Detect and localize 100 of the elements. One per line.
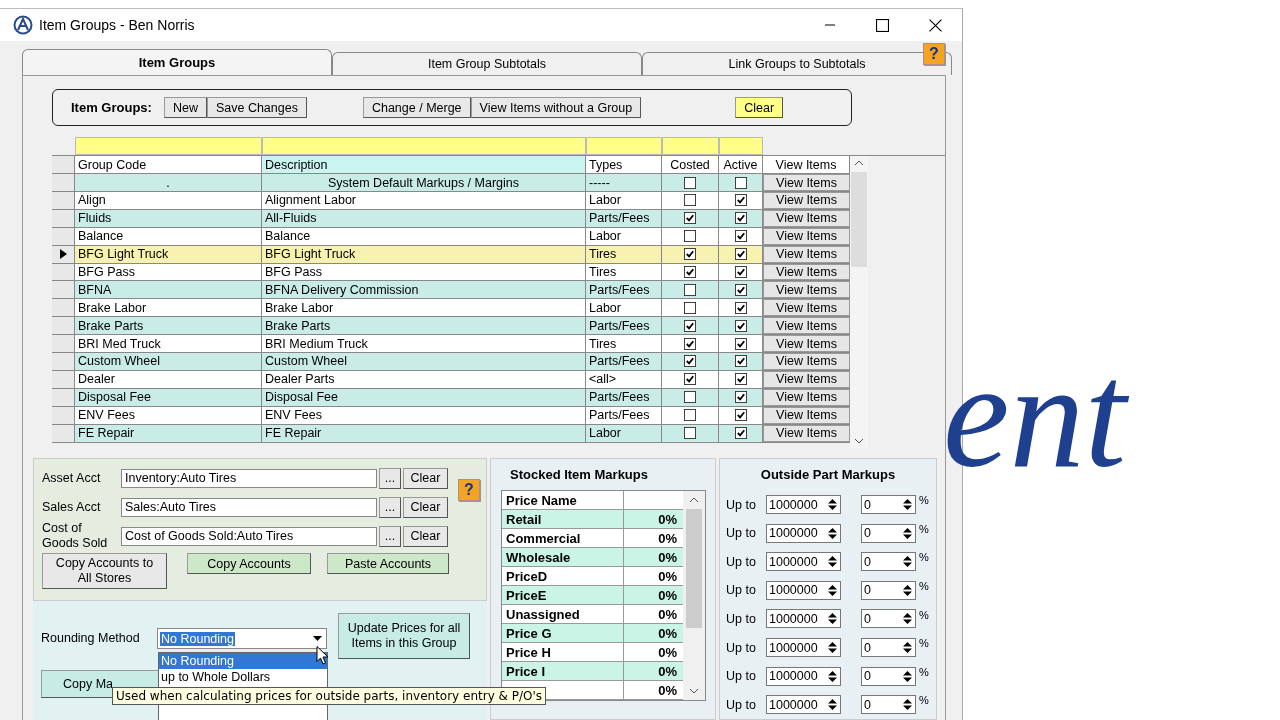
spin-field[interactable]: 1000000: [766, 523, 841, 543]
checkbox[interactable]: [734, 355, 747, 368]
checkbox[interactable]: [734, 176, 747, 189]
spin-arrows-icon[interactable]: [828, 641, 837, 654]
toolbar-button[interactable]: Change / Merge: [362, 97, 471, 119]
checkbox[interactable]: [734, 319, 747, 332]
spin-field[interactable]: 0: [861, 495, 916, 515]
input-field[interactable]: Sales:Auto Tires: [121, 497, 377, 517]
scroll-up-icon[interactable]: [854, 160, 864, 167]
filter-field[interactable]: [719, 137, 763, 156]
checkbox[interactable]: [684, 391, 696, 404]
scrollbar[interactable]: [683, 491, 705, 701]
toolbar-button[interactable]: View Items without a Group: [470, 97, 642, 119]
spin-arrows-icon[interactable]: [828, 669, 837, 683]
spin-field[interactable]: 1000000: [766, 495, 841, 515]
view-items-button[interactable]: View Items: [763, 281, 850, 299]
paste-accounts-button[interactable]: Paste Accounts: [327, 553, 449, 575]
spin-arrows-icon[interactable]: [828, 526, 837, 540]
toolbar-button[interactable]: Save Changes: [206, 97, 307, 119]
checkbox[interactable]: [684, 194, 696, 207]
spin-field[interactable]: 1000000: [766, 580, 841, 600]
filter-field[interactable]: [662, 137, 719, 156]
input-field[interactable]: Inventory:Auto Tires: [121, 468, 377, 488]
dropdown-arrow-icon[interactable]: [313, 636, 322, 642]
help-icon[interactable]: ?: [458, 479, 480, 502]
spin-field[interactable]: 1000000: [766, 666, 841, 686]
spin-arrows-icon[interactable]: [903, 669, 912, 683]
checkbox[interactable]: [684, 427, 696, 440]
rounding-dropdown[interactable]: No Rounding: [157, 628, 327, 650]
scroll-down-icon[interactable]: [854, 438, 864, 445]
checkbox[interactable]: [684, 319, 696, 332]
spin-field[interactable]: 0: [861, 552, 916, 572]
spin-field[interactable]: 0: [861, 580, 916, 600]
clear-button[interactable]: Clear: [403, 467, 448, 489]
spin-arrows-icon[interactable]: [828, 583, 837, 597]
clear-button[interactable]: Clear: [403, 525, 448, 547]
spin-arrows-icon[interactable]: [903, 583, 912, 597]
checkbox[interactable]: [734, 301, 747, 314]
filter-field[interactable]: [262, 137, 586, 156]
spin-arrows-icon[interactable]: [828, 555, 837, 569]
checkbox[interactable]: [684, 266, 696, 279]
scroll-down-icon[interactable]: [689, 688, 699, 695]
clear-button[interactable]: Clear: [403, 496, 448, 518]
spin-arrows-icon[interactable]: [828, 698, 837, 712]
checkbox[interactable]: [734, 194, 747, 207]
spin-field[interactable]: 1000000: [766, 695, 841, 715]
checkbox[interactable]: [684, 230, 696, 243]
spin-arrows-icon[interactable]: [903, 698, 912, 712]
browse-button[interactable]: ...: [379, 525, 401, 547]
spin-arrows-icon[interactable]: [903, 526, 912, 540]
checkbox[interactable]: [734, 248, 747, 261]
tab[interactable]: Item Groups: [22, 49, 332, 76]
filter-field[interactable]: [75, 137, 262, 156]
view-items-button[interactable]: View Items: [763, 335, 850, 353]
spin-field[interactable]: 1000000: [766, 609, 841, 629]
view-items-button[interactable]: View Items: [763, 174, 850, 192]
toolbar-button[interactable]: New: [163, 97, 207, 119]
update-prices-button[interactable]: Update Prices for all Items in this Group: [338, 613, 470, 660]
tab[interactable]: Item Group Subtotals: [332, 52, 642, 76]
checkbox[interactable]: [734, 283, 747, 296]
checkbox[interactable]: [734, 391, 747, 404]
spin-field[interactable]: 1000000: [766, 638, 841, 657]
checkbox[interactable]: [684, 248, 696, 261]
spin-arrows-icon[interactable]: [828, 612, 837, 626]
scroll-up-icon[interactable]: [689, 497, 699, 504]
browse-button[interactable]: ...: [379, 467, 401, 489]
checkbox[interactable]: [684, 176, 696, 189]
spin-arrows-icon[interactable]: [828, 498, 837, 512]
view-items-button[interactable]: View Items: [763, 192, 850, 209]
view-items-button[interactable]: View Items: [763, 299, 850, 317]
spin-arrows-icon[interactable]: [903, 498, 912, 512]
spin-field[interactable]: 1000000: [766, 552, 841, 572]
spin-field[interactable]: 0: [861, 638, 916, 657]
checkbox[interactable]: [684, 409, 696, 422]
browse-button[interactable]: ...: [379, 496, 401, 518]
checkbox[interactable]: [684, 301, 696, 314]
checkbox[interactable]: [734, 230, 747, 243]
checkbox[interactable]: [734, 409, 747, 422]
scrollbar[interactable]: [850, 156, 868, 449]
checkbox[interactable]: [734, 337, 747, 350]
spin-arrows-icon[interactable]: [903, 641, 912, 654]
checkbox[interactable]: [734, 266, 747, 279]
checkbox[interactable]: [684, 212, 696, 225]
filter-field[interactable]: [586, 137, 662, 156]
copy-accounts-all-button[interactable]: Copy Accounts to All Stores: [42, 553, 167, 590]
checkbox[interactable]: [684, 337, 696, 350]
spin-arrows-icon[interactable]: [903, 555, 912, 569]
view-items-button[interactable]: View Items: [763, 317, 850, 335]
input-field[interactable]: Cost of Goods Sold:Auto Tires: [121, 526, 377, 546]
checkbox[interactable]: [734, 373, 747, 386]
view-items-button[interactable]: View Items: [763, 353, 850, 370]
spin-field[interactable]: 0: [861, 695, 916, 715]
dropdown-option[interactable]: No Rounding: [159, 653, 327, 670]
spin-field[interactable]: 0: [861, 666, 916, 686]
help-icon[interactable]: ?: [923, 43, 945, 66]
checkbox[interactable]: [734, 212, 747, 225]
checkbox[interactable]: [734, 427, 747, 440]
copy-accounts-button[interactable]: Copy Accounts: [187, 553, 311, 575]
maximize-icon[interactable]: [876, 18, 889, 32]
checkbox[interactable]: [684, 373, 696, 386]
